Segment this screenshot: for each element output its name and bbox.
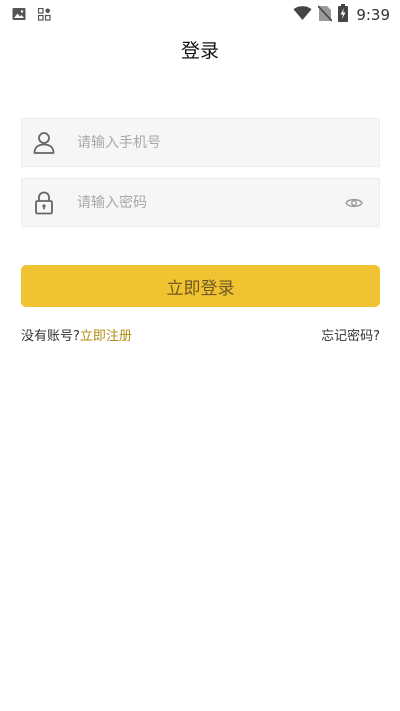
no-sim-icon xyxy=(317,4,333,26)
no-account-label: 没有账号? xyxy=(21,329,80,344)
status-bar: 9:39 xyxy=(0,0,400,26)
password-input[interactable] xyxy=(77,179,327,226)
password-field[interactable] xyxy=(21,178,380,227)
apps-icon xyxy=(37,6,51,25)
links-row: 没有账号?立即注册 忘记密码? xyxy=(21,325,380,344)
status-bar-left xyxy=(12,6,51,25)
forgot-password-link[interactable]: 忘记密码? xyxy=(321,325,380,344)
login-button[interactable]: 立即登录 xyxy=(21,265,380,307)
wifi-icon xyxy=(293,5,312,25)
phone-field[interactable] xyxy=(21,118,380,167)
image-icon xyxy=(12,6,26,25)
battery-charging-icon xyxy=(338,4,349,26)
page-title: 登录 xyxy=(180,40,219,62)
lock-icon xyxy=(33,191,55,215)
status-time: 9:39 xyxy=(356,6,390,24)
status-bar-right: 9:39 xyxy=(293,4,390,26)
register-link[interactable]: 立即注册 xyxy=(80,329,132,344)
user-icon xyxy=(33,131,55,155)
register-prompt: 没有账号?立即注册 xyxy=(21,325,132,344)
phone-input[interactable] xyxy=(77,119,327,166)
eye-icon[interactable] xyxy=(345,195,363,211)
